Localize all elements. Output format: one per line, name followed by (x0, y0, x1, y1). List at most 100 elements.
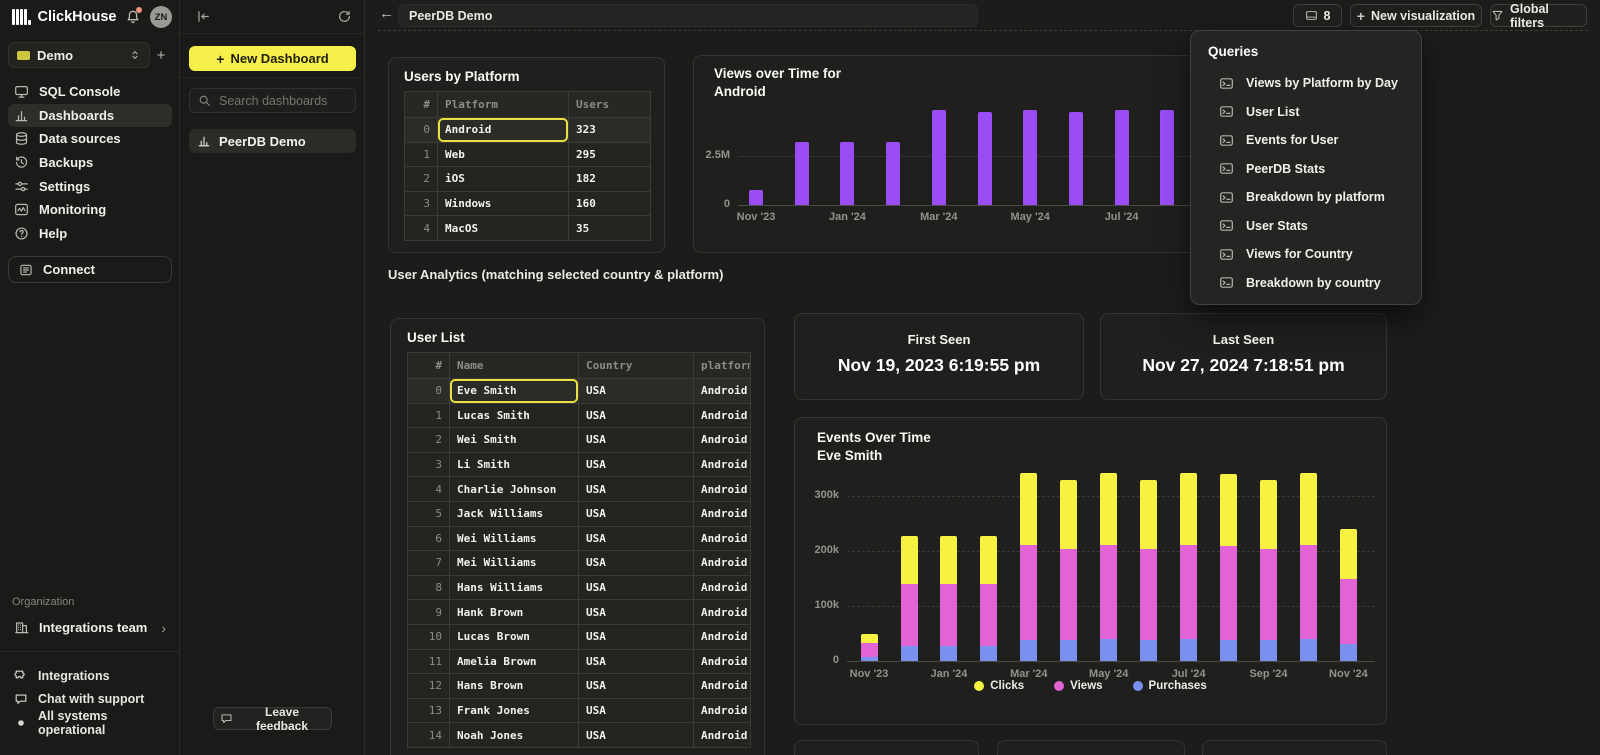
cell[interactable]: USA (579, 575, 694, 600)
cell[interactable]: USA (579, 379, 694, 404)
cell[interactable]: Charlie Johnson (450, 477, 579, 502)
footer-item-all-systems-operational[interactable]: All systems operational (8, 711, 172, 735)
workspace-selector[interactable]: Demo (8, 42, 150, 68)
connect-button[interactable]: Connect (8, 256, 172, 283)
cell[interactable]: Wei Smith (450, 428, 579, 453)
cell[interactable]: Jack Williams (450, 501, 579, 526)
cell[interactable]: Hans Williams (450, 575, 579, 600)
cell[interactable]: Android (694, 501, 751, 526)
dashboard-search[interactable] (189, 88, 356, 113)
cell[interactable]: Li Smith (450, 452, 579, 477)
cell[interactable]: USA (579, 477, 694, 502)
cell[interactable]: iOS (438, 167, 569, 192)
footer-item-label: Chat with support (38, 692, 144, 706)
cell[interactable]: USA (579, 551, 694, 576)
new-visualization-button[interactable]: + New visualization (1350, 4, 1482, 27)
sidebar-item-monitoring[interactable]: Monitoring (8, 198, 172, 222)
cell[interactable]: Amelia Brown (450, 649, 579, 674)
cell[interactable]: Android (694, 674, 751, 699)
query-item-breakdown-by-platform[interactable]: Breakdown by platform (1191, 183, 1421, 212)
cell[interactable]: Android (694, 575, 751, 600)
cell[interactable]: Lucas Brown (450, 624, 579, 649)
query-item-label: PeerDB Stats (1246, 162, 1325, 176)
avatar[interactable]: ZN (150, 6, 172, 28)
dashboard-list-item[interactable]: PeerDB Demo (189, 129, 356, 153)
query-item-events-for-user[interactable]: Events for User (1191, 126, 1421, 155)
add-service-button[interactable]: + (150, 47, 172, 64)
cell[interactable]: Lucas Smith (450, 403, 579, 428)
leave-feedback-button[interactable]: Leave feedback (213, 707, 332, 730)
sidebar-item-backups[interactable]: Backups (8, 151, 172, 175)
back-button[interactable]: ← (379, 6, 394, 21)
cell[interactable]: 323 (569, 118, 651, 143)
sidebar-item-sql-console[interactable]: SQL Console (8, 80, 172, 104)
cell[interactable]: 160 (569, 191, 651, 216)
cell[interactable]: USA (579, 501, 694, 526)
cell[interactable]: Wei Williams (450, 526, 579, 551)
query-item-breakdown-by-country[interactable]: Breakdown by country (1191, 269, 1421, 298)
cell[interactable]: USA (579, 403, 694, 428)
cell[interactable]: Android (694, 698, 751, 723)
cell[interactable]: Windows (438, 191, 569, 216)
cell[interactable]: Android (694, 477, 751, 502)
query-item-user-stats[interactable]: User Stats (1191, 212, 1421, 241)
column-header: Name (450, 353, 579, 379)
cell[interactable]: 295 (569, 142, 651, 167)
cell[interactable]: Android (694, 600, 751, 625)
visualization-count-button[interactable]: 8 (1293, 4, 1342, 27)
cell[interactable]: Android (694, 379, 751, 404)
cell[interactable]: Frank Jones (450, 698, 579, 723)
notifications-button[interactable] (125, 9, 141, 25)
cell[interactable]: Mei Williams (450, 551, 579, 576)
sidebar-item-dashboards[interactable]: Dashboards (8, 104, 172, 128)
new-dashboard-button[interactable]: + New Dashboard (189, 46, 356, 71)
cell[interactable]: USA (579, 600, 694, 625)
query-item-views-for-country[interactable]: Views for Country (1191, 240, 1421, 269)
global-filters-button[interactable]: Global filters (1490, 4, 1587, 27)
refresh-button[interactable] (337, 9, 352, 24)
footer-item-chat-with-support[interactable]: Chat with support (8, 688, 172, 712)
cell[interactable]: Hank Brown (450, 600, 579, 625)
cell[interactable]: USA (579, 674, 694, 699)
cell[interactable]: USA (579, 526, 694, 551)
cell[interactable]: Android (694, 452, 751, 477)
sidebar-item-settings[interactable]: Settings (8, 174, 172, 198)
sidebar-item-help[interactable]: Help (8, 222, 172, 246)
cell[interactable]: Android (694, 551, 751, 576)
cell[interactable]: Noah Jones (450, 723, 579, 748)
footer-item-integrations[interactable]: Integrations (8, 664, 172, 688)
cell[interactable]: USA (579, 452, 694, 477)
sidebar-item-data-sources[interactable]: Data sources (8, 127, 172, 151)
cell[interactable]: Android (694, 649, 751, 674)
cell[interactable]: USA (579, 698, 694, 723)
cell[interactable]: Android (694, 624, 751, 649)
collapse-sidebar-button[interactable] (196, 9, 211, 24)
cell[interactable]: Android (694, 526, 751, 551)
cell[interactable]: 35 (569, 216, 651, 241)
cell[interactable]: Android (694, 428, 751, 453)
cell[interactable]: Web (438, 142, 569, 167)
cell[interactable]: MacOS (438, 216, 569, 241)
partial-panel (794, 740, 979, 755)
cell[interactable]: 182 (569, 167, 651, 192)
organization-team-selector[interactable]: Integrations team › (8, 615, 172, 640)
cell[interactable]: Android (438, 118, 569, 143)
search-input[interactable] (217, 93, 347, 109)
query-item-user-list[interactable]: User List (1191, 98, 1421, 127)
leave-feedback-label: Leave feedback (239, 705, 325, 733)
query-item-peerdb-stats[interactable]: PeerDB Stats (1191, 155, 1421, 184)
cell[interactable]: USA (579, 723, 694, 748)
cell[interactable]: USA (579, 428, 694, 453)
cell[interactable]: USA (579, 624, 694, 649)
query-item-label: User List (1246, 105, 1300, 119)
cell[interactable]: Android (694, 403, 751, 428)
cell[interactable]: USA (579, 649, 694, 674)
stacked-bar (1220, 474, 1237, 661)
dashboard-title-input[interactable] (398, 4, 978, 27)
sidebar-item-label: Data sources (39, 131, 121, 146)
column-header: Country (579, 353, 694, 379)
query-item-views-by-platform-by-day[interactable]: Views by Platform by Day (1191, 69, 1421, 98)
cell[interactable]: Hans Brown (450, 674, 579, 699)
cell[interactable]: Eve Smith (450, 379, 579, 404)
cell[interactable]: Android (694, 723, 751, 748)
